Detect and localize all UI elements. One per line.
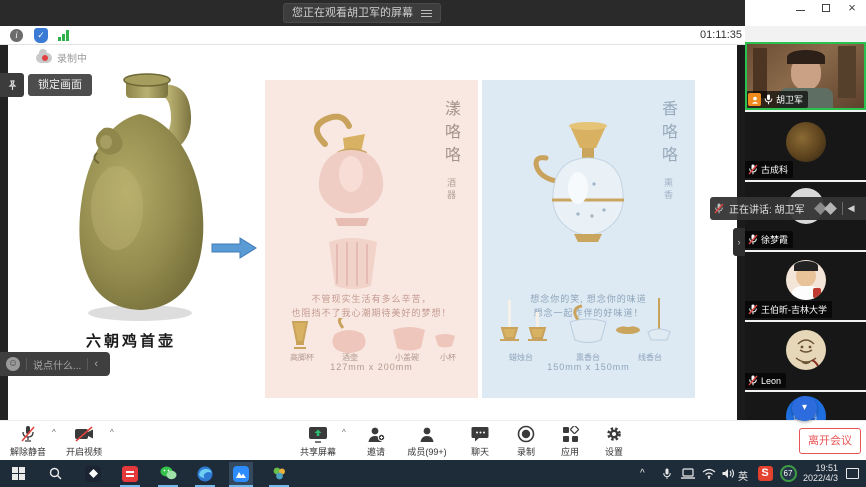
watching-screen-pill[interactable]: 您正在观看胡卫军的屏幕 [283, 3, 441, 23]
pink-teapot-illustration [265, 108, 478, 318]
window-controls: × [745, 0, 866, 26]
blue-vessel-illustration [482, 108, 695, 318]
participant-name: 胡卫军 [776, 93, 803, 106]
participant-name: 古成科 [761, 163, 788, 176]
network-signal-icon[interactable] [58, 30, 69, 41]
participant-namebar: 王伯昕-吉林大学 [745, 301, 832, 318]
action-center-icon[interactable] [840, 462, 864, 485]
battery-indicator[interactable]: 67 [776, 462, 800, 485]
participant-tile[interactable]: Leon [745, 322, 866, 390]
maximize-button[interactable] [820, 3, 832, 13]
speaking-text: 正在讲话: 胡卫军 [729, 201, 805, 216]
pink-items-illustration [265, 318, 478, 354]
participant-namebar: 胡卫军 [745, 91, 808, 108]
colorful-app-icon[interactable] [267, 462, 291, 485]
participant-name: 王伯昕-吉林大学 [761, 303, 827, 316]
pot-caption: 六朝鸡首壶 [86, 330, 236, 351]
right-arrow-icon [210, 236, 258, 265]
search-icon[interactable] [43, 462, 67, 485]
pin-icon [7, 80, 18, 91]
meeting-app-icon[interactable] [229, 462, 253, 485]
participant-photo-avatar [786, 260, 826, 300]
participant-name: 徐梦霞 [761, 233, 788, 246]
dark-app-icon[interactable] [81, 462, 105, 485]
mic-muted-icon [748, 304, 758, 315]
chat-input-placeholder[interactable]: 说点什么... [33, 357, 81, 372]
pink-design-panel: 漾咯咯 酒器 不管现实生活有多么辛苦， 也阻挡不了我心潮期待美好的梦想！ 高脚杯… [265, 80, 478, 398]
participant-namebar: Leon [745, 373, 786, 388]
edge-browser-icon[interactable] [193, 462, 217, 485]
participant-tile[interactable]: 胡卫军 [745, 42, 866, 110]
meeting-info-icon[interactable]: i [10, 29, 23, 42]
chat-quick-bar[interactable]: ☺ 说点什么... ‹ [0, 352, 110, 376]
gear-icon [592, 424, 636, 444]
sketch-avatar [786, 330, 826, 370]
blue-items-illustration [482, 298, 695, 356]
watching-title: 您正在观看胡卫军的屏幕 [292, 4, 413, 22]
presenter-badge-icon [748, 93, 761, 106]
share-screen-icon [292, 424, 344, 444]
apps-button[interactable]: 应用 [548, 424, 592, 458]
blue-panel-size: 150mm x 150mm [482, 362, 695, 372]
start-video-button[interactable]: 开启视频 [58, 424, 110, 458]
participant-tile[interactable]: 古成科 [745, 112, 866, 180]
banner-collapse-icon[interactable]: ◀ [848, 203, 855, 214]
invite-button[interactable]: 邀请 [350, 424, 402, 458]
share-options-caret[interactable]: ^ [342, 428, 346, 437]
pin-view-button[interactable] [0, 73, 24, 97]
mic-muted-icon [748, 234, 758, 245]
antique-pot-image [52, 58, 227, 326]
chat-button[interactable]: 聊天 [458, 424, 502, 458]
clock-time: 19:51 [803, 463, 838, 473]
share-screen-button[interactable]: 共享屏幕 [292, 424, 344, 458]
security-shield-icon[interactable]: ✓ [34, 28, 48, 43]
ime-indicator[interactable]: 英 [738, 468, 748, 483]
volume-icon[interactable] [716, 462, 740, 485]
participant-name: Leon [761, 376, 781, 386]
record-circle-icon [504, 424, 548, 444]
pink-poem-line1: 不管现实生活有多么辛苦， [265, 292, 478, 305]
mic-muted-icon [748, 164, 758, 175]
participant-namebar: 徐梦霞 [745, 231, 793, 248]
camera-slash-icon [58, 424, 110, 444]
participant-namebar: 古成科 [745, 161, 793, 178]
unmute-button[interactable]: 解除静音 [2, 424, 54, 458]
cloud-record-icon [36, 53, 52, 63]
video-options-caret[interactable]: ^ [110, 428, 114, 437]
meeting-app-window: 您正在观看胡卫军的屏幕 × i ✓ 01:11:35 演讲者视图 ▾ 录制中 锁… [0, 0, 866, 487]
wechat-icon[interactable] [156, 462, 180, 485]
members-button[interactable]: 成员(99+) [398, 424, 456, 458]
taskbar-clock[interactable]: 19:51 2022/4/3 [803, 463, 838, 483]
red-app-icon[interactable] [118, 462, 142, 485]
logo-diamond-icon [824, 202, 837, 215]
leave-meeting-button[interactable]: 离开会议 [799, 428, 861, 454]
scroll-more-participants-button[interactable]: ▾ [792, 396, 817, 421]
record-button[interactable]: 录制 [504, 424, 548, 458]
mic-muted-icon [714, 203, 724, 214]
mic-on-icon [764, 94, 773, 105]
close-button[interactable]: × [846, 3, 858, 13]
mic-slash-icon [2, 424, 54, 444]
pink-panel-size: 127mm x 200mm [265, 362, 478, 372]
menu-icon[interactable] [421, 8, 432, 19]
apps-grid-icon [548, 424, 592, 444]
clock-date: 2022/4/3 [803, 473, 838, 483]
start-button[interactable] [6, 462, 30, 485]
invite-person-icon [350, 424, 402, 444]
mic-muted-icon [748, 375, 758, 386]
tray-expand-icon[interactable]: ^ [640, 468, 645, 479]
chat-collapse-icon[interactable]: ‹ [94, 358, 98, 370]
speaking-banner: 正在讲话: 胡卫军 ◀ [710, 197, 866, 220]
members-person-icon [398, 424, 456, 444]
sogou-icon[interactable]: S [753, 462, 777, 485]
participant-tile[interactable]: 王伯昕-吉林大学 [745, 252, 866, 320]
emoji-icon[interactable]: ☺ [6, 357, 20, 371]
chat-bubble-icon [458, 424, 502, 444]
blue-design-panel: 香咯咯 熏香 想念你的笑, 想念你的味道 想念一起作伴的好味道！ [482, 80, 695, 398]
mic-options-caret[interactable]: ^ [52, 428, 56, 437]
settings-button[interactable]: 设置 [592, 424, 636, 458]
sidebar-collapse-handle[interactable]: › [733, 228, 745, 256]
leopard-avatar [786, 122, 826, 162]
minimize-button[interactable] [794, 3, 806, 13]
